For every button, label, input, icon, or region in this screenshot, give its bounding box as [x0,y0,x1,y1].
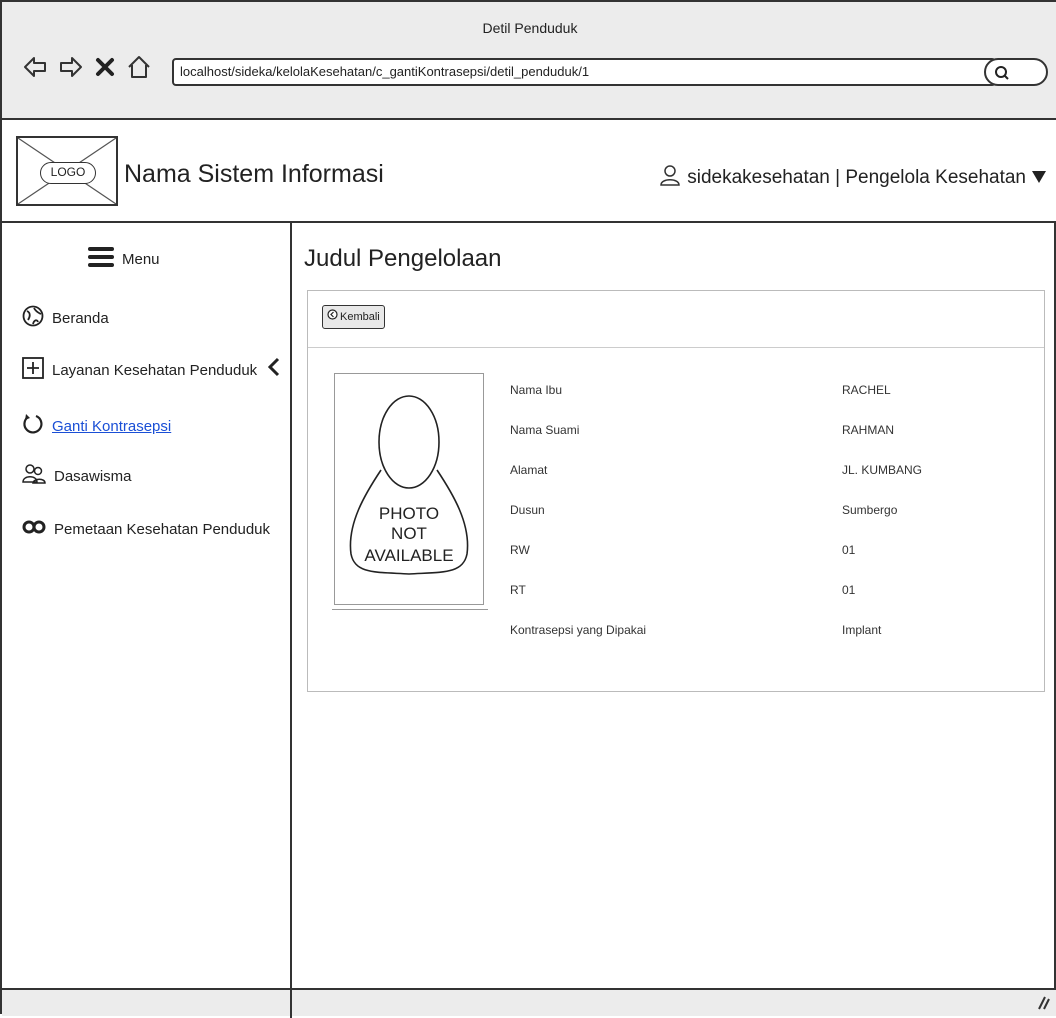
sidebar-item-layanan-kesehatan[interactable]: Layanan Kesehatan Penduduk [22,357,257,383]
detail-row: Nama Suami RAHMAN [510,423,1030,463]
detail-row: Nama Ibu RACHEL [510,383,1030,423]
detail-key: Kontrasepsi yang Dipakai [510,623,647,637]
resize-grip-icon[interactable] [1036,994,1050,1015]
menu-label: Menu [122,250,160,268]
forward-arrow-icon[interactable] [58,54,84,80]
url-input[interactable]: localhost/sideka/kelolaKesehatan/c_ganti… [172,58,996,86]
sidebar-item-label: Pemetaan Kesehatan Penduduk [54,520,270,538]
chevron-left-icon[interactable] [267,357,280,382]
app-header: LOGO Nama Sistem Informasi sidekakesehat… [2,120,1056,223]
detail-table: Nama Ibu RACHEL Nama Suami RAHMAN Alamat… [510,383,1030,663]
detail-key: RW [510,543,530,557]
detail-row: RW 01 [510,543,1030,583]
sidebar-item-dasawisma[interactable]: Dasawisma [22,463,132,489]
detail-panel: Kembali PHOTO NOT AVAILABLE Nama Ibu RAC… [307,290,1045,692]
caret-down-icon [1032,167,1046,189]
plus-box-icon [22,357,44,383]
app-window: Detil Penduduk localhost/sideka/kelolaKe… [0,0,1056,1018]
back-arrow-icon[interactable] [22,54,48,80]
back-button[interactable]: Kembali [322,305,385,329]
sidebar-item-ganti-kontrasepsi[interactable]: Ganti Kontrasepsi [22,413,171,439]
menu-toggle[interactable]: Menu [88,247,160,271]
detail-value: 01 [842,583,856,597]
photo-underline [332,609,488,610]
sidebar-item-label: Beranda [52,309,109,327]
users-icon [22,463,46,489]
home-icon[interactable] [126,54,152,80]
detail-key: Nama Ibu [510,383,563,397]
refresh-icon [22,413,44,439]
window-title: Detil Penduduk [482,20,578,36]
detail-key: Dusun [510,503,545,517]
detail-value: 01 [842,543,856,557]
photo-placeholder: PHOTO NOT AVAILABLE [334,373,484,605]
detail-row: RT 01 [510,583,1030,623]
status-bar [2,988,1056,1018]
sidebar-item-pemetaan-kesehatan[interactable]: Pemetaan Kesehatan Penduduk [22,519,270,539]
detail-value: RACHEL [842,383,891,397]
user-menu[interactable]: sidekakesehatan | Pengelola Kesehatan [659,164,1046,192]
detail-row: Alamat JL. KUMBANG [510,463,1030,503]
browser-search-button[interactable] [984,58,1048,86]
user-icon [659,164,681,192]
photo-text-line-2: NOT [391,524,427,543]
detail-value: Implant [842,623,882,637]
browser-nav [22,54,152,80]
sidebar-item-label: Dasawisma [54,467,132,485]
stop-icon[interactable] [94,56,116,78]
logo-text: LOGO [40,162,96,184]
hamburger-icon [88,247,114,271]
link-icon [22,519,46,539]
sidebar: Menu Beranda Layanan Kesehatan Penduduk … [2,223,292,1013]
photo-text-line-3: AVAILABLE [364,546,453,565]
detail-key: Alamat [510,463,548,477]
photo-text-line-1: PHOTO [379,504,439,523]
panel-divider [308,347,1044,348]
detail-key: RT [510,583,526,597]
system-name: Nama Sistem Informasi [124,160,384,188]
user-label: sidekakesehatan | Pengelola Kesehatan [687,167,1026,188]
sidebar-item-label: Layanan Kesehatan Penduduk [52,361,258,379]
detail-value: JL. KUMBANG [842,463,923,477]
detail-value: Sumbergo [842,503,898,517]
detail-value: RAHMAN [842,423,895,437]
globe-icon [22,305,44,331]
person-silhouette-icon: PHOTO NOT AVAILABLE [349,395,469,575]
sidebar-item-label: Ganti Kontrasepsi [52,417,172,435]
page-title: Judul Pengelolaan [304,245,502,272]
detail-key: Nama Suami [510,423,580,437]
detail-row: Dusun Sumbergo [510,503,1030,543]
back-circle-icon [327,307,338,327]
detail-row: Kontrasepsi yang Dipakai Implant [510,623,1030,663]
back-button-label: Kembali [340,311,380,323]
browser-toolbar: Detil Penduduk localhost/sideka/kelolaKe… [2,2,1056,120]
logo: LOGO [16,136,118,206]
sidebar-item-beranda[interactable]: Beranda [22,305,109,331]
